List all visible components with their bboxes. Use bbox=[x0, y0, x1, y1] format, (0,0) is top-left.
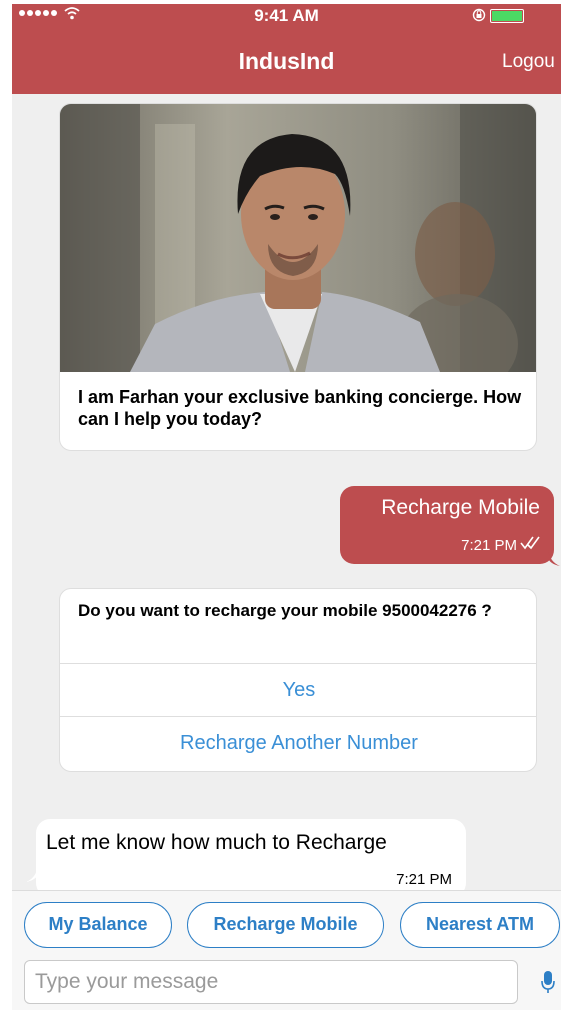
lock-rotation-icon bbox=[472, 8, 486, 22]
incoming-message-time: 7:21 PM bbox=[396, 871, 452, 888]
quick-reply-nearest-atm[interactable]: Nearest ATM bbox=[400, 902, 560, 948]
app-title: IndusInd bbox=[238, 48, 335, 74]
outgoing-message-time: 7:21 PM bbox=[461, 537, 517, 554]
composer-area: My Balance Recharge Mobile Nearest ATM bbox=[12, 890, 561, 1010]
yes-option-button[interactable]: Yes bbox=[60, 663, 536, 716]
read-ticks-icon bbox=[520, 536, 540, 550]
concierge-intro-text: I am Farhan your exclusive banking conci… bbox=[78, 387, 522, 429]
outgoing-message-bubble: Recharge Mobile 7:21 PM bbox=[340, 486, 554, 564]
incoming-message-text: Let me know how much to Recharge bbox=[46, 831, 387, 854]
recharge-question-text: Do you want to recharge your mobile 9500… bbox=[78, 601, 492, 620]
incoming-message-bubble: Let me know how much to Recharge 7:21 PM bbox=[36, 819, 466, 897]
incoming-bubble-tail bbox=[26, 866, 38, 882]
recharge-confirm-card: Do you want to recharge your mobile 9500… bbox=[59, 588, 537, 772]
app-screen: 9:41 AM IndusInd Logou I am Farhan your … bbox=[12, 4, 561, 1010]
nav-bar: IndusInd Logou bbox=[12, 28, 561, 94]
logout-button[interactable]: Logou bbox=[502, 51, 555, 73]
microphone-icon[interactable] bbox=[541, 970, 555, 994]
quick-reply-recharge-mobile[interactable]: Recharge Mobile bbox=[187, 902, 384, 948]
concierge-intro-card: I am Farhan your exclusive banking conci… bbox=[59, 103, 537, 451]
recharge-another-number-button[interactable]: Recharge Another Number bbox=[60, 716, 536, 769]
message-input[interactable] bbox=[24, 960, 518, 1004]
concierge-photo bbox=[60, 104, 536, 372]
battery-icon bbox=[490, 9, 524, 23]
status-bar: 9:41 AM bbox=[12, 4, 561, 28]
outgoing-bubble-tail bbox=[548, 550, 560, 566]
outgoing-message-text: Recharge Mobile bbox=[381, 496, 540, 519]
quick-reply-my-balance[interactable]: My Balance bbox=[24, 902, 172, 948]
